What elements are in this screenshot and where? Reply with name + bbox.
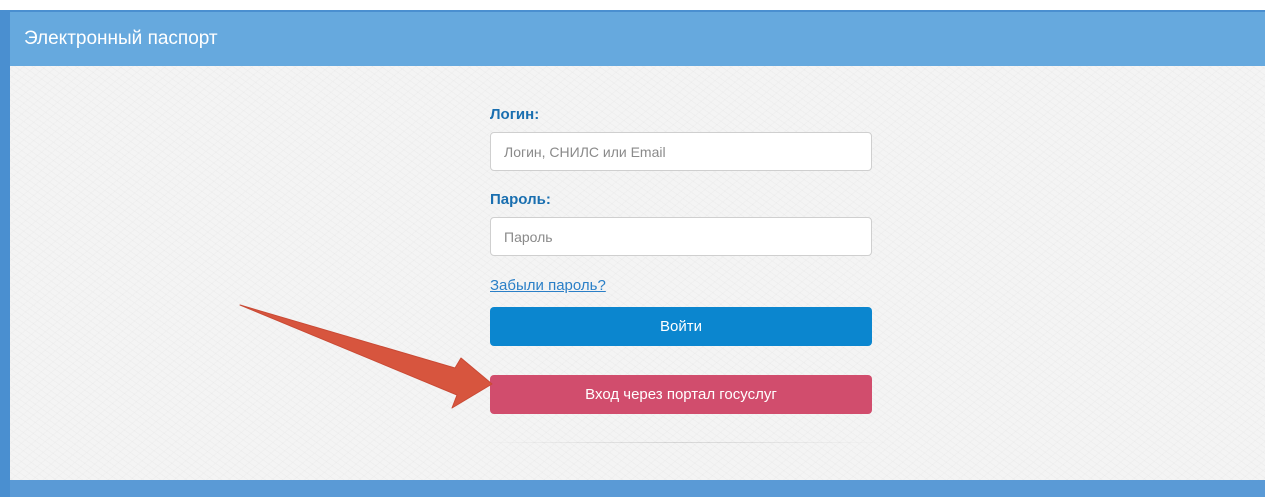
forgot-password-link[interactable]: Забыли пароль? [490,277,606,294]
page-title: Электронный паспорт [24,28,218,49]
gosuslugi-button-label: Вход через портал госуслуг [585,386,777,403]
login-label: Логин: [490,106,540,123]
password-label: Пароль: [490,191,551,208]
login-form: Логин: Пароль: Забыли пароль? Войти Вход… [490,106,872,414]
divider [470,442,890,443]
gosuslugi-login-button[interactable]: Вход через портал госуслуг [490,375,872,414]
login-input[interactable] [490,132,872,171]
login-button-label: Войти [660,318,702,335]
app-header: Электронный паспорт [10,12,1265,66]
login-button[interactable]: Войти [490,307,872,346]
footer-bar [10,480,1265,497]
app-window: Электронный паспорт Логин: Пароль: Забыл… [0,10,1265,497]
password-input[interactable] [490,217,872,256]
